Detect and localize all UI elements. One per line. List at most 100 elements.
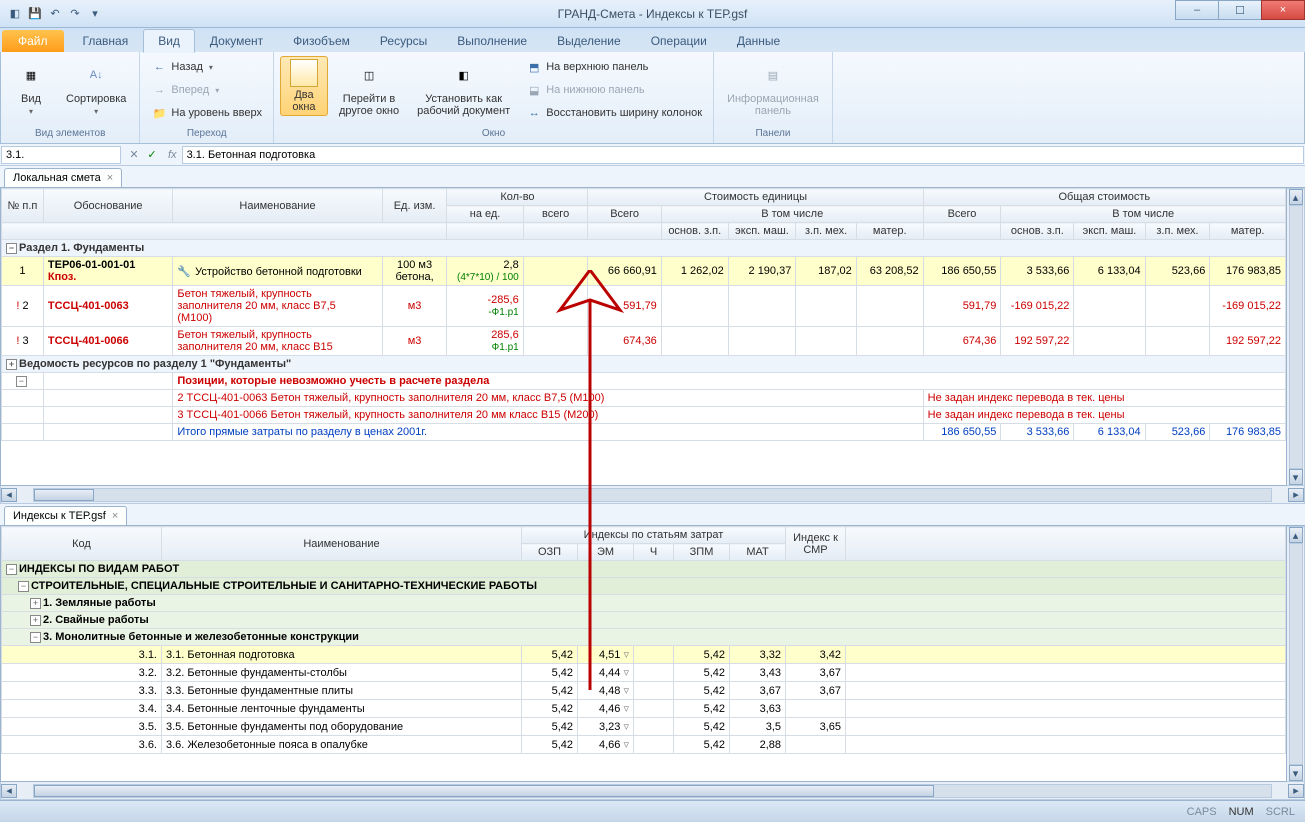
qat-dropdown-icon[interactable]: ▾ [86,5,104,23]
hscroll-top[interactable]: ◂▸ [0,486,1305,504]
tab-resources[interactable]: Ресурсы [365,29,442,52]
scroll-down-icon[interactable]: ▾ [1289,765,1303,781]
expand-icon[interactable]: + [30,615,41,626]
tab-view[interactable]: Вид [143,29,195,53]
btn-sort[interactable]: A↓Сортировка▾ [59,56,133,119]
scroll-up-icon[interactable]: ▴ [1289,189,1303,205]
idx-section-root[interactable]: −ИНДЕКСЫ ПО ВИДАМ РАБОТ [2,561,1286,578]
minimize-button[interactable]: – [1175,0,1219,20]
tab-document[interactable]: Документ [195,29,278,52]
section-row[interactable]: −Раздел 1. Фундаменты [2,240,1286,257]
dropdown-icon[interactable]: ▿ [623,703,629,715]
col-qty[interactable]: Кол-во [447,189,588,206]
close-tab-icon[interactable]: × [112,510,118,522]
collapse-icon[interactable]: − [6,564,17,575]
col-qty-total[interactable]: всего [523,206,588,223]
tab-phys[interactable]: Физобъем [278,29,365,52]
qat-app-icon[interactable]: ◧ [6,5,24,23]
idx-row[interactable]: 3.6.3.6. Железобетонные пояса в опалубке… [2,736,1286,754]
close-button[interactable]: × [1261,0,1305,20]
col-t-total[interactable]: Всего [923,206,1001,223]
estimate-grid[interactable]: № п.п Обоснование Наименование Ед. изм. … [0,188,1287,486]
vscroll-top[interactable]: ▴▾ [1287,188,1305,486]
table-row[interactable]: ! 2 ТССЦ-401-0063 Бетон тяжелый, крупнос… [2,286,1286,327]
tab-main[interactable]: Главная [68,29,144,52]
maximize-button[interactable]: ☐ [1218,0,1262,20]
idx-row[interactable]: 3.1.3.1. Бетонная подготовка5,424,51 ▿5,… [2,646,1286,664]
idx-row[interactable]: 3.5.3.5. Бетонные фундаменты под оборудо… [2,718,1286,736]
table-row[interactable]: Итого прямые затраты по разделу в ценах … [2,424,1286,441]
qat-save-icon[interactable]: 💾 [26,5,44,23]
col-basis[interactable]: Обоснование [43,189,172,223]
collapse-icon[interactable]: − [6,243,17,254]
btn-up-level[interactable]: 📁На уровень вверх [146,102,267,124]
col-unit[interactable]: Ед. изм. [382,189,447,223]
vedomost-row[interactable]: +Ведомость ресурсов по разделу 1 "Фундам… [2,356,1286,373]
file-tab[interactable]: Файл [2,30,64,52]
scroll-right-icon[interactable]: ▸ [1288,488,1304,502]
hscroll-bottom[interactable]: ◂▸ [0,782,1305,800]
col-total-cost[interactable]: Общая стоимость [923,189,1285,206]
col-u-total[interactable]: Всего [588,206,661,223]
table-row[interactable]: 3 ТССЦ-401-0066 Бетон тяжелый, крупность… [2,407,1286,424]
tab-operations[interactable]: Операции [636,29,722,52]
qat-undo-icon[interactable]: ↶ [46,5,64,23]
dropdown-icon[interactable]: ▿ [623,739,629,751]
dropdown-icon[interactable]: ▿ [623,667,629,679]
btn-top-panel[interactable]: ⬒На верхнюю панель [521,56,707,78]
col-idx-code[interactable]: Код [2,527,162,561]
btn-info-panel[interactable]: ▤Информационная панель [720,56,826,120]
scroll-left-icon[interactable]: ◂ [1,784,17,798]
close-tab-icon[interactable]: × [107,172,113,184]
scroll-up-icon[interactable]: ▴ [1289,527,1303,543]
accept-formula-icon[interactable]: ✓ [144,148,160,161]
scroll-down-icon[interactable]: ▾ [1289,469,1303,485]
collapse-icon[interactable]: − [18,581,29,592]
tab-data[interactable]: Данные [722,29,795,52]
fx-icon[interactable]: fx [164,149,181,161]
idx-row[interactable]: 3.3.3.3. Бетонные фундаментные плиты5,42… [2,682,1286,700]
col-idx-group[interactable]: Индексы по статьям затрат [522,527,786,544]
dropdown-icon[interactable]: ▿ [623,685,629,697]
table-row[interactable]: ! 3 ТССЦ-401-0066 Бетон тяжелый, крупнос… [2,327,1286,356]
vscroll-bottom[interactable]: ▴▾ [1287,526,1305,782]
col-name[interactable]: Наименование [173,189,382,223]
btn-bottom-panel[interactable]: ⬓На нижнюю панель [521,79,707,101]
table-row[interactable]: 2 ТССЦ-401-0063 Бетон тяжелый, крупность… [2,390,1286,407]
col-unit-cost[interactable]: Стоимость единицы [588,189,923,206]
dropdown-icon[interactable]: ▿ [623,649,629,661]
btn-restore-cols[interactable]: ↔Восстановить ширину колонок [521,102,707,124]
collapse-icon[interactable]: − [16,376,27,387]
idx-row[interactable]: 3.2.3.2. Бетонные фундаменты-столбы5,424… [2,664,1286,682]
expand-icon[interactable]: + [6,359,17,370]
scroll-left-icon[interactable]: ◂ [1,488,17,502]
scroll-thumb[interactable] [34,489,94,501]
expand-icon[interactable]: + [30,598,41,609]
col-num[interactable]: № п.п [2,189,44,223]
btn-set-working[interactable]: ◧Установить как рабочий документ [410,56,517,120]
idx-section-3[interactable]: −3. Монолитные бетонные и железобетонные… [2,629,1286,646]
scroll-thumb[interactable] [34,785,934,797]
idx-section-1[interactable]: +1. Земляные работы [2,595,1286,612]
tab-execution[interactable]: Выполнение [442,29,542,52]
col-u-incl[interactable]: В том числе [661,206,923,223]
scroll-right-icon[interactable]: ▸ [1288,784,1304,798]
table-row[interactable]: −Позиции, которые невозможно учесть в ра… [2,373,1286,390]
doc-tab-indices[interactable]: Индексы к ТЕР.gsf× [4,506,127,525]
qat-redo-icon[interactable]: ↷ [66,5,84,23]
col-t-incl[interactable]: В том числе [1001,206,1286,223]
table-row[interactable]: 1 ТЕР06-01-001-01Кпоз. 🔧Устройство бетон… [2,257,1286,286]
col-qty-unit[interactable]: на ед. [447,206,523,223]
cell-ref-input[interactable] [1,146,121,164]
tab-selection[interactable]: Выделение [542,29,636,52]
col-idx-name[interactable]: Наименование [162,527,522,561]
btn-two-windows[interactable]: Два окна [280,56,328,116]
formula-input[interactable] [182,146,1304,164]
idx-section-2[interactable]: +2. Свайные работы [2,612,1286,629]
indices-grid[interactable]: Код Наименование Индексы по статьям затр… [0,526,1287,782]
col-idx-smr[interactable]: Индекс к СМР [786,527,846,561]
btn-forward[interactable]: →Вперед▾ [146,79,267,101]
btn-back[interactable]: ←Назад▾ [146,56,267,78]
collapse-icon[interactable]: − [30,632,41,643]
btn-view[interactable]: ▦Вид▾ [7,56,55,119]
